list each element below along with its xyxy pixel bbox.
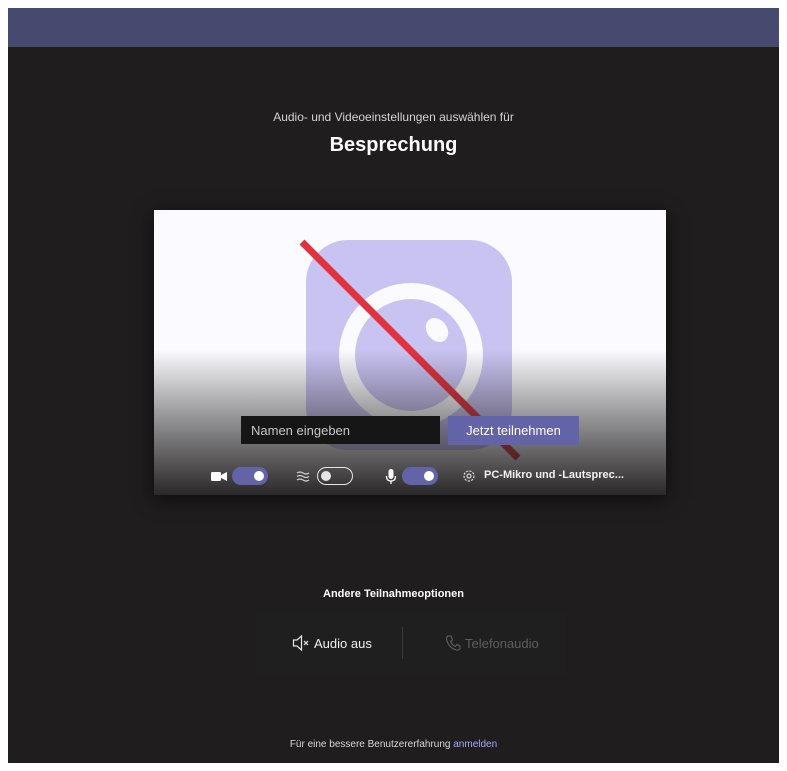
- video-preview: Jetzt teilnehmen: [154, 210, 666, 495]
- video-camera-icon: [211, 464, 227, 488]
- sign-in-footer: Für eine bessere Benutzererfahrung anmel…: [8, 739, 779, 750]
- mic-toggle-knob: [424, 471, 434, 481]
- other-join-options: Audio aus Telefonaudio: [256, 611, 566, 675]
- sign-in-link[interactable]: anmelden: [453, 739, 497, 750]
- video-toggle[interactable]: [232, 467, 268, 485]
- blur-toggle-knob: [321, 470, 331, 481]
- name-input[interactable]: [241, 416, 440, 444]
- phone-audio-label: Telefonaudio: [465, 636, 539, 651]
- video-toggle-knob: [254, 471, 264, 481]
- device-settings-label[interactable]: PC-Mikro und -Lautsprec...: [484, 469, 624, 481]
- phone-audio-option[interactable]: Telefonaudio: [403, 611, 566, 675]
- phone-icon: [445, 635, 461, 651]
- app-frame: Audio- und Videoeinstellungen auswählen …: [8, 8, 779, 763]
- device-settings-gear-icon[interactable]: [461, 464, 477, 488]
- speaker-muted-icon: [292, 634, 309, 652]
- prejoin-subtitle: Audio- und Videoeinstellungen auswählen …: [273, 110, 514, 124]
- meeting-title: Besprechung: [329, 134, 458, 156]
- background-blur-icon: [295, 464, 311, 488]
- microphone-icon: [385, 464, 397, 488]
- other-join-options-title: Andere Teilnahmeoptionen: [323, 588, 464, 600]
- background-blur-toggle[interactable]: [317, 467, 353, 485]
- audio-off-label: Audio aus: [314, 636, 372, 651]
- device-controls: PC-Mikro und -Lautsprec...: [154, 464, 666, 488]
- top-bar: [8, 8, 779, 47]
- audio-off-option[interactable]: Audio aus: [256, 611, 402, 675]
- footer-text: Für eine bessere Benutzererfahrung: [289, 739, 451, 750]
- microphone-toggle[interactable]: [402, 467, 438, 485]
- join-now-button[interactable]: Jetzt teilnehmen: [448, 416, 579, 445]
